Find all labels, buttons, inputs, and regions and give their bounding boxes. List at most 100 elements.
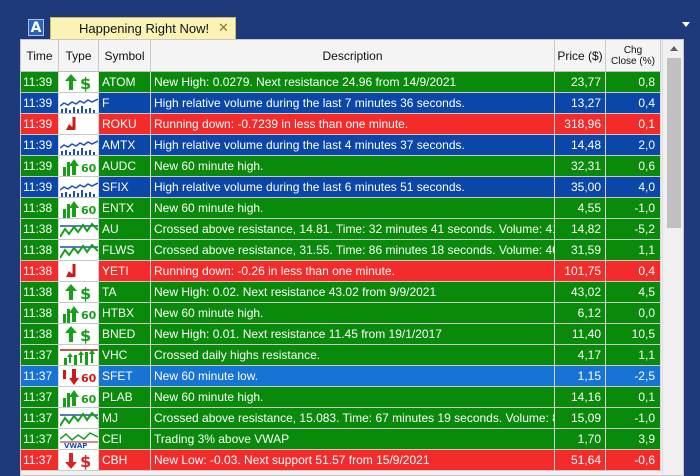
table-row[interactable]: 11:37 MJ Crossed above resistance, 15.083.… [21, 408, 661, 429]
cell-time: 11:38 [21, 282, 59, 302]
app-logo-icon[interactable]: A [28, 19, 44, 36]
new-60-minute-high-icon: 60 [60, 388, 98, 407]
cell-description: New 60 minute high. [151, 156, 555, 176]
tab-happening-right-now[interactable]: Happening Right Now! ✕ [50, 17, 236, 39]
cell-type: VWAP [59, 429, 99, 449]
column-header-type[interactable]: Type [59, 40, 99, 71]
new-60-minute-high-icon: 60 [60, 199, 98, 218]
cell-change: 1,1 [606, 240, 661, 260]
new-60-minute-high-icon: 60 [60, 304, 98, 323]
chevron-down-icon[interactable] [682, 22, 690, 27]
cell-price: 23,77 [555, 72, 606, 92]
cell-price: 15,09 [555, 408, 606, 428]
cell-price: 101,75 [555, 261, 606, 281]
cell-symbol: BNED [99, 324, 151, 344]
table-row[interactable]: 11:39 F High relative volume during the la… [21, 93, 661, 114]
cell-symbol: F [99, 93, 151, 113]
table-row[interactable]: 11:39 60 AUDC New 60 minute high. 32,31 0,6 [21, 156, 661, 177]
cell-symbol: VHC [99, 345, 151, 365]
vertical-scrollbar[interactable] [662, 40, 683, 475]
cell-time: 11:37 [21, 387, 59, 407]
cell-description: High relative volume during the last 6 m… [151, 177, 555, 197]
column-header-price[interactable]: Price ($) [555, 40, 606, 71]
daily-highs-icon [59, 346, 98, 365]
cell-description: Running down: -0.7239 in less than one m… [151, 114, 555, 134]
cell-description: New 60 minute high. [151, 387, 555, 407]
cell-change: 0,1 [606, 387, 661, 407]
table-row[interactable]: 11:39 AMTX High relative volume during the… [21, 135, 661, 156]
cell-time: 11:38 [21, 261, 59, 281]
cell-symbol: YETI [99, 261, 151, 281]
cell-time: 11:39 [21, 156, 59, 176]
cell-type [59, 135, 99, 155]
scrollbar-thumb[interactable] [667, 58, 681, 228]
cell-time: 11:39 [21, 93, 59, 113]
table-row[interactable]: 11:38 FLWS Crossed above resistance, 31.55… [21, 240, 661, 261]
table-row[interactable]: 11:38 YETI Running down: -0.26 in less tha… [21, 261, 661, 282]
cell-type: $ [59, 72, 99, 92]
cell-time: 11:39 [21, 72, 59, 92]
cell-price: 6,12 [555, 303, 606, 323]
cell-type: $ [59, 282, 99, 302]
table-row[interactable]: 11:38 60 HTBX New 60 minute high. 6,12 0,0 [21, 303, 661, 324]
cell-symbol: FLWS [99, 240, 151, 260]
cell-description: New 60 minute high. [151, 198, 555, 218]
cell-price: 51,64 [555, 450, 606, 470]
cell-type: 60 [59, 303, 99, 323]
cell-change: -5,2 [606, 219, 661, 239]
cell-description: Trading 3% above VWAP [151, 429, 555, 449]
cell-price: 1,70 [555, 429, 606, 449]
cell-type: $ [59, 324, 99, 344]
cell-symbol: AU [99, 219, 151, 239]
cell-type [59, 345, 99, 365]
crossed-resistance-icon [59, 220, 98, 239]
cell-price: 32,31 [555, 156, 606, 176]
cell-time: 11:39 [21, 177, 59, 197]
cell-symbol: HTBX [99, 303, 151, 323]
cell-description: New 60 minute high. [151, 303, 555, 323]
cell-time: 11:38 [21, 219, 59, 239]
column-header-symbol[interactable]: Symbol [99, 40, 151, 71]
new-60-minute-high-icon: 60 [60, 157, 98, 176]
cell-description: Running down: -0.26 in less than one min… [151, 261, 555, 281]
table-row[interactable]: 11:37 VWAP CEI Trading 3% above VWAP 1,70 3,9 [21, 429, 661, 450]
table-header: Time Type Symbol Description Price ($) C… [21, 40, 661, 72]
cell-description: Crossed above resistance, 31.55. Time: 8… [151, 240, 555, 260]
cell-symbol: SFET [99, 366, 151, 386]
svg-text:60: 60 [81, 204, 97, 217]
table-row[interactable]: 11:37 60 PLAB New 60 minute high. 14,16 0,1 [21, 387, 661, 408]
cell-change: -0,6 [606, 450, 661, 470]
table-row[interactable]: 11:37 60 SFET New 60 minute low. 1,15 -2,5 [21, 366, 661, 387]
column-header-time[interactable]: Time [21, 40, 59, 71]
table-row[interactable]: 11:39 SFIX High relative volume during the… [21, 177, 661, 198]
table-row[interactable]: 11:38 $ BNED New High: 0.01. Next resistanc… [21, 324, 661, 345]
new-60-minute-low-icon: 60 [60, 367, 98, 386]
svg-text:$: $ [80, 452, 91, 470]
cell-description: New Low: -0.03. Next support 51.57 from … [151, 450, 555, 470]
table-row[interactable]: 11:38 $ TA New High: 0.02. Next resistance … [21, 282, 661, 303]
table-row[interactable]: 11:39 ROKU Running down: -0.7239 in less t… [21, 114, 661, 135]
cell-type: $ [59, 450, 99, 470]
cell-description: High relative volume during the last 7 m… [151, 93, 555, 113]
cell-type [59, 408, 99, 428]
svg-text:$: $ [80, 284, 91, 302]
cell-change: -1,0 [606, 198, 661, 218]
cell-type [59, 261, 99, 281]
svg-text:60: 60 [81, 372, 97, 385]
cell-type [59, 114, 99, 134]
table-row[interactable]: 11:37 $ CBH New Low: -0.03. Next support 51… [21, 450, 661, 471]
cell-change: 3,9 [606, 429, 661, 449]
cell-symbol: ROKU [99, 114, 151, 134]
cell-type [59, 240, 99, 260]
volume-chart-icon [59, 178, 98, 197]
table-row[interactable]: 11:39 $ ATOM New High: 0.0279. Next resista… [21, 72, 661, 93]
close-icon[interactable]: ✕ [218, 20, 229, 36]
column-header-description[interactable]: Description [151, 40, 555, 71]
table-row[interactable]: 11:38 60 ENTX New 60 minute high. 4,55 -1,0 [21, 198, 661, 219]
table-row[interactable]: 11:37 VHC Crossed daily highs resistance. 4… [21, 345, 661, 366]
new-low-icon: $ [60, 451, 98, 470]
running-down-icon [60, 115, 98, 134]
scroll-up-icon[interactable] [670, 46, 678, 51]
table-row[interactable]: 11:38 AU Crossed above resistance, 14.81. … [21, 219, 661, 240]
column-header-change[interactable]: Chg Close (%) [606, 40, 661, 71]
